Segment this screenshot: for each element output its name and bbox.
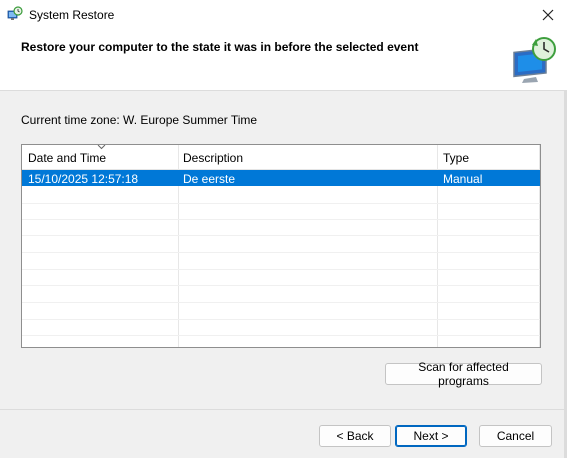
row-line xyxy=(22,203,540,204)
row-line xyxy=(22,252,540,253)
column-header-description[interactable]: Description xyxy=(183,151,243,165)
back-button[interactable]: < Back xyxy=(319,425,391,447)
restore-points-list[interactable]: Date and Time Description Type 15/10/202… xyxy=(21,144,541,348)
close-button[interactable] xyxy=(529,0,567,30)
row-line xyxy=(22,302,540,303)
column-header-date[interactable]: Date and Time xyxy=(28,151,106,165)
window-title: System Restore xyxy=(29,8,115,22)
column-header-type[interactable]: Type xyxy=(443,151,469,165)
footer-divider xyxy=(0,409,564,410)
system-restore-icon xyxy=(7,6,23,20)
next-button[interactable]: Next > xyxy=(395,425,467,447)
close-icon xyxy=(542,9,554,21)
scan-affected-programs-button[interactable]: Scan for affected programs xyxy=(385,360,542,388)
row-line xyxy=(22,269,540,270)
cancel-button[interactable]: Cancel xyxy=(479,425,552,447)
page-heading: Restore your computer to the state it wa… xyxy=(21,40,419,54)
table-row[interactable]: 15/10/2025 12:57:18 De eerste Manual xyxy=(22,170,540,186)
sort-arrow-icon xyxy=(97,145,106,150)
row-line xyxy=(22,319,540,320)
wizard-header: Restore your computer to the state it wa… xyxy=(0,30,567,91)
timezone-label: Current time zone: W. Europe Summer Time xyxy=(21,113,258,127)
row-line xyxy=(22,335,540,336)
cell-description: De eerste xyxy=(183,172,236,186)
list-header: Date and Time Description Type xyxy=(22,145,540,170)
row-line xyxy=(22,285,540,286)
row-line xyxy=(22,219,540,220)
cell-date: 15/10/2025 12:57:18 xyxy=(28,172,139,186)
row-line xyxy=(22,235,540,236)
title-bar: System Restore xyxy=(0,0,567,30)
restore-computer-icon xyxy=(513,37,556,83)
cell-type: Manual xyxy=(443,172,483,186)
